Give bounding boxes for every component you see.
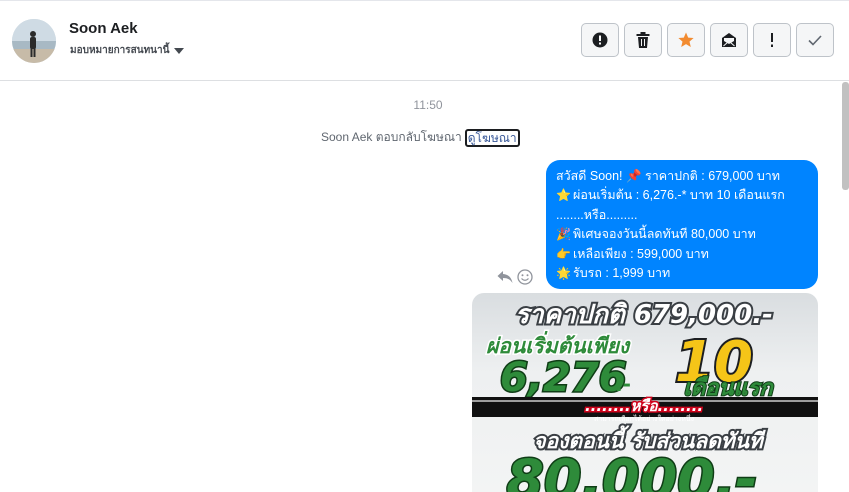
check-icon [808,35,822,46]
message-timestamp: 11:50 [413,98,443,112]
message-text: เหลือเพียง : 599,000 บาท [573,246,709,261]
message-text: พิเศษจองวันนี้ลดทันที 80,000 บาท [573,227,756,242]
spam-button[interactable] [581,23,619,57]
message-text: ผ่อนเริ่มต้น : 6,276.-* บาท 10 เดือนแรก [573,188,785,203]
conversation-actions [581,23,834,57]
star-icon [678,32,694,47]
message-line: ........หรือ......... [556,206,808,225]
delete-button[interactable] [624,23,662,57]
alert-circle-icon [592,32,608,48]
message-line: สวัสดี Soon! 📌 ราคาปกติ : 679,000 บาท [556,167,808,186]
promo-amount-suffix: .- [615,372,631,396]
message-line: ⭐ ผ่อนเริ่มต้น : 6,276.-* บาท 10 เดือนแร… [556,186,808,205]
message-line: 🌟 รับรถ : 1,999 บาท [556,264,808,283]
promo-image[interactable]: ราคาปกติ 679,000.- ผ่อนเริ่มต้นเพียง 10 … [472,293,818,492]
message-line: 👉 เหลือเพียง : 599,000 บาท [556,245,808,264]
promo-line-installment: ผ่อนเริ่มต้นเพียง [486,331,631,358]
glowing-star-icon: 🌟 [556,266,571,281]
party-popper-icon: 🎉 [556,227,571,242]
follow-up-button[interactable] [753,23,791,57]
message-line: 🎉 พิเศษจองวันนี้ลดทันที 80,000 บาท [556,225,808,244]
promo-line-normal-price: ราคาปกติ 679,000.- [515,300,773,330]
assign-conversation-dropdown[interactable]: มอบหมายการสนทนานี้ [70,43,185,58]
promo-discount-amount: 80,000.- [506,448,757,492]
done-button[interactable] [796,23,834,57]
reply-icon[interactable] [497,270,513,284]
promo-or-text: ........หรือ........ [585,397,703,415]
star-button[interactable] [667,23,705,57]
message-text: รับรถ : 1,999 บาท [573,266,671,281]
contact-name[interactable]: Soon Aek [69,20,138,37]
message-thread[interactable]: 11:50 Soon Aek ตอบกลับโฆษณา ดูโฆษณา สวัส… [0,82,849,492]
caret-down-icon [174,47,185,54]
message-bubble[interactable]: สวัสดี Soon! 📌 ราคาปกติ : 679,000 บาท ⭐ … [546,160,818,289]
promo-or-subtext: สามารถเลือกได้อย่างใดอย่างหนึ่ง [594,414,694,423]
star-emoji-icon: ⭐ [556,188,571,203]
envelope-icon [722,33,736,47]
ad-reply-text: Soon Aek ตอบกลับโฆษณา [321,130,462,144]
assign-label: มอบหมายการสนทนานี้ [70,45,170,56]
view-ad-link[interactable]: ดูโฆษณา [464,128,520,147]
emoji-reaction-icon[interactable] [517,269,533,285]
promo-installment-amount: 6,276 [500,355,627,401]
trash-icon [636,32,650,48]
exclamation-icon [771,33,773,47]
message-text: สวัสดี Soon! 📌 ราคาปกติ : 679,000 บาท [556,169,781,183]
conversation-header: Soon Aek มอบหมายการสนทนานี้ [0,0,849,81]
mark-unread-button[interactable] [710,23,748,57]
thread-scrollbar[interactable] [842,82,849,190]
message-text: ........หรือ......... [556,207,638,222]
pointing-hand-icon: 👉 [556,246,571,261]
avatar[interactable] [12,19,56,63]
ad-reply-notice: Soon Aek ตอบกลับโฆษณา ดูโฆษณา [321,128,520,147]
message-reactions [497,269,533,285]
